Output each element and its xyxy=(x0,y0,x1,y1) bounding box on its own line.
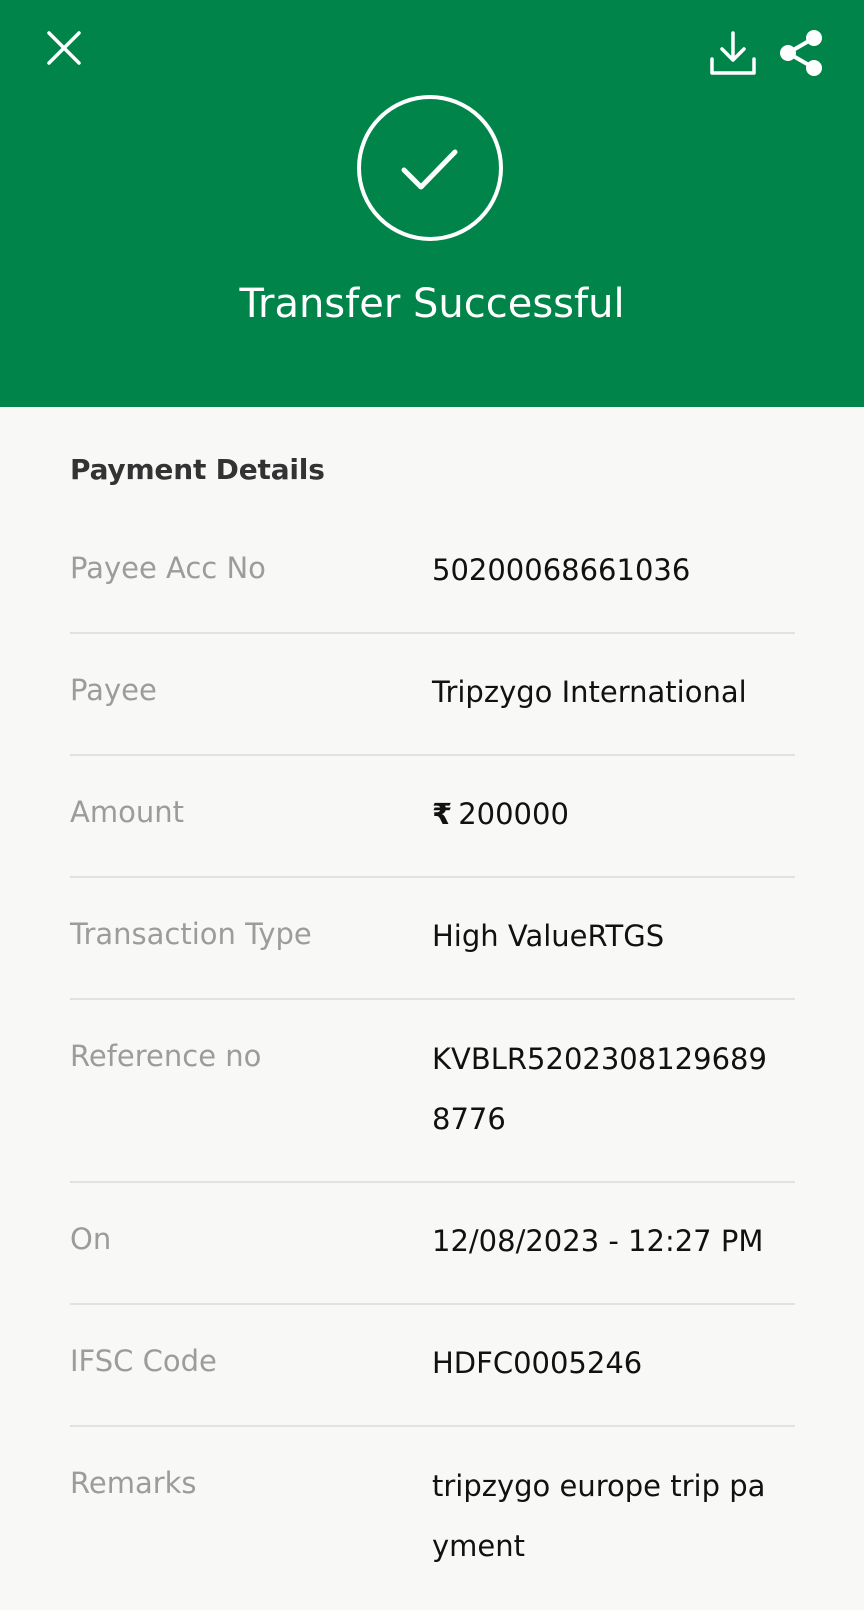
detail-label: IFSC Code xyxy=(70,1344,217,1378)
detail-label: Transaction Type xyxy=(70,917,312,951)
detail-row-reference-no: Reference no KVBLR52023081296898776 xyxy=(70,1000,795,1183)
detail-label: Amount xyxy=(70,795,184,829)
share-button[interactable] xyxy=(774,24,828,82)
detail-value: High ValueRTGS xyxy=(432,919,665,953)
payment-details-list: Payee Acc No 50200068661036 Payee Tripzy… xyxy=(70,512,795,1610)
detail-row-payee: Payee Tripzygo International xyxy=(70,634,795,756)
detail-row-ifsc-code: IFSC Code HDFC0005246 xyxy=(70,1305,795,1427)
rupee-symbol: ₹ xyxy=(432,797,453,831)
detail-label: Reference no xyxy=(70,1039,262,1073)
share-icon xyxy=(780,30,822,76)
detail-value: tripzygo europe trip payment xyxy=(432,1469,766,1563)
detail-value: Tripzygo International xyxy=(432,675,747,709)
detail-value: HDFC0005246 xyxy=(432,1346,643,1380)
detail-row-on: On 12/08/2023 - 12:27 PM xyxy=(70,1183,795,1305)
download-icon xyxy=(710,31,756,75)
detail-row-amount: Amount ₹200000 xyxy=(70,756,795,878)
page-title: Transfer Successful xyxy=(239,281,625,327)
close-icon xyxy=(47,31,81,65)
detail-value: ₹200000 xyxy=(432,792,777,836)
detail-row-remarks: Remarks tripzygo europe trip payment xyxy=(70,1427,795,1610)
check-circle-icon xyxy=(357,95,503,241)
detail-label: Payee xyxy=(70,673,157,707)
success-header: Transfer Successful xyxy=(0,0,864,407)
detail-value: KVBLR52023081296898776 xyxy=(432,1042,767,1136)
detail-label: On xyxy=(70,1222,112,1256)
detail-row-payee-acc-no: Payee Acc No 50200068661036 xyxy=(70,512,795,634)
detail-value: 50200068661036 xyxy=(432,553,691,587)
download-button[interactable] xyxy=(706,24,760,82)
section-heading: Payment Details xyxy=(70,453,325,486)
close-button[interactable] xyxy=(36,20,92,76)
detail-value: 12/08/2023 - 12:27 PM xyxy=(432,1224,764,1258)
amount-value: 200000 xyxy=(458,797,569,831)
detail-label: Remarks xyxy=(70,1466,197,1500)
detail-row-transaction-type: Transaction Type High ValueRTGS xyxy=(70,878,795,1000)
detail-label: Payee Acc No xyxy=(70,551,266,585)
